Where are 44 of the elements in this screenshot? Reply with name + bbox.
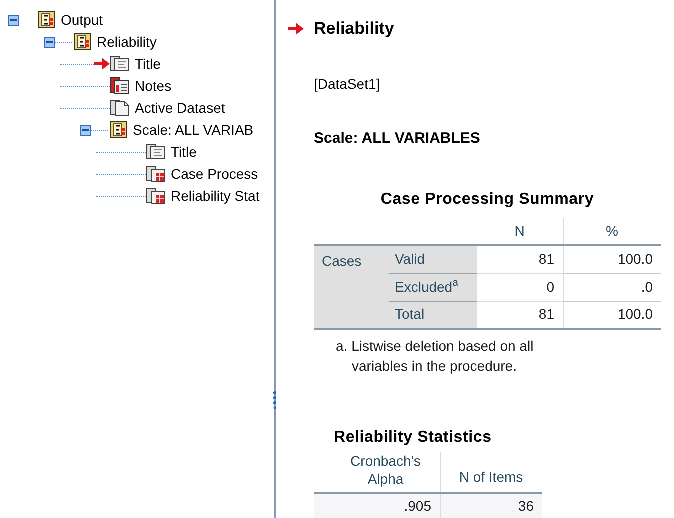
column-header: Cronbach's Alpha xyxy=(314,452,440,493)
tree-item[interactable]: Title xyxy=(135,54,161,74)
notes-icon xyxy=(110,77,130,95)
table-cell: 100.0 xyxy=(563,245,661,273)
document-icon xyxy=(110,55,130,73)
table-footnote: a. Listwise deletion based on all variables in the procedure. xyxy=(336,337,535,376)
table-cell: 81 xyxy=(477,301,563,329)
output-heading: Reliability xyxy=(314,18,394,40)
row-header: Valid xyxy=(389,245,477,273)
table-cell: .905 xyxy=(314,493,440,518)
tree-item[interactable]: Reliability Stat xyxy=(171,186,260,206)
row-header: Excluded$^{a}$ xyxy=(389,273,477,301)
table-cell: 100.0 xyxy=(563,301,661,329)
dataset-label: [DataSet1] xyxy=(314,74,382,94)
pages-icon xyxy=(110,99,130,117)
scale-title: Scale: ALL VARIABLES xyxy=(314,128,482,148)
collapse-toggle[interactable] xyxy=(8,14,19,26)
document-icon xyxy=(146,143,166,161)
collapse-toggle[interactable] xyxy=(80,124,91,136)
tree-item[interactable]: Reliability xyxy=(97,32,157,52)
tree-item[interactable]: Title xyxy=(171,142,197,162)
table-title: Case Processing Summary xyxy=(380,190,596,210)
table-title: Reliability Statistics xyxy=(333,428,493,448)
table-cell: 36 xyxy=(440,493,542,518)
column-header: N of Items xyxy=(440,452,542,493)
resize-handle-icon[interactable] xyxy=(273,391,277,409)
book-icon xyxy=(110,121,128,139)
tree-item[interactable]: Output xyxy=(61,10,104,30)
tree-item[interactable]: Scale: ALL VARIAB xyxy=(133,120,254,140)
row-header: Total xyxy=(389,301,477,329)
table-icon xyxy=(146,165,166,183)
table-icon xyxy=(146,187,166,205)
row-group-header: Cases xyxy=(314,245,389,329)
table-cell: .0 xyxy=(563,273,661,301)
table-cell: 0 xyxy=(477,273,563,301)
collapse-toggle[interactable] xyxy=(44,36,55,48)
column-header: N xyxy=(477,218,563,245)
tree-item[interactable]: Case Process xyxy=(171,164,258,184)
column-header: % xyxy=(563,218,661,245)
book-icon xyxy=(74,33,92,51)
table-cell: 81 xyxy=(477,245,563,273)
book-icon xyxy=(38,11,56,29)
tree-item[interactable]: Active Dataset xyxy=(135,98,226,118)
tree-item[interactable]: Notes xyxy=(135,76,172,96)
